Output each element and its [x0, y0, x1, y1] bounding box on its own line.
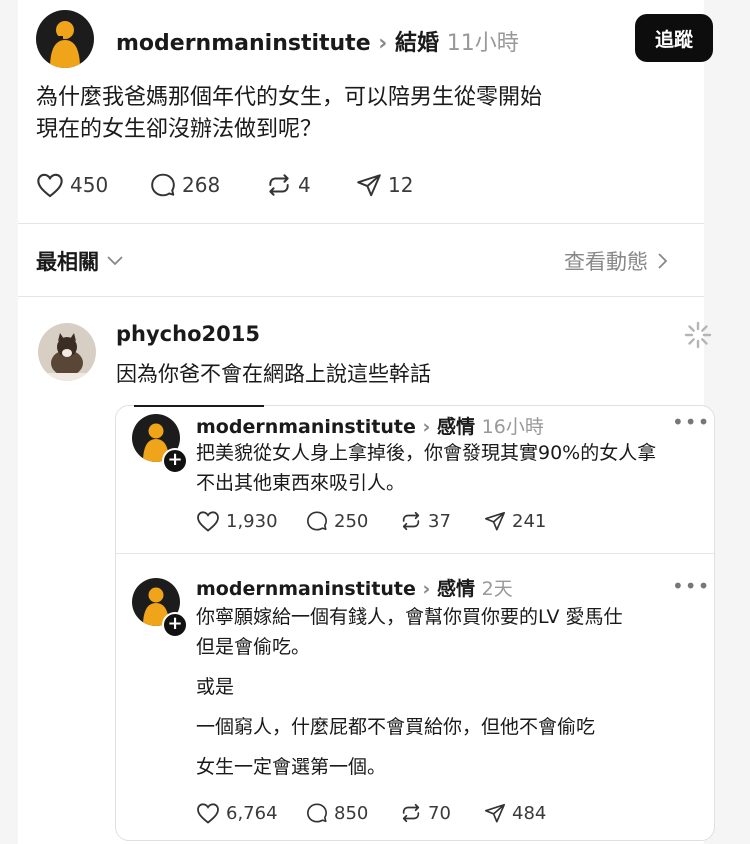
comment-count: 268 — [182, 173, 221, 197]
heart-icon — [37, 173, 63, 198]
card-top-accent — [134, 405, 264, 407]
quoted-text-line: 一個窮人，什麼屁都不會買給你，但他不會偷吃 — [196, 716, 596, 738]
comment-icon — [151, 173, 175, 197]
share-button[interactable]: 12 — [356, 172, 436, 198]
reply-text: 因為你爸不會在網路上說這些幹話 — [116, 362, 431, 386]
quoted-post-actions: 6,764 850 70 484 — [196, 802, 564, 824]
post-text-line: 為什麼我爸媽那個年代的女生，可以陪男生從零開始 — [36, 85, 543, 110]
divider — [18, 296, 704, 297]
post-time: 11小時 — [446, 31, 519, 56]
like-count: 1,930 — [226, 510, 278, 532]
quoted-post-actions: 1,930 250 37 241 — [196, 510, 564, 532]
post-actions: 450 268 4 12 — [36, 172, 436, 198]
repost-icon — [269, 174, 289, 196]
quoted-text-line: 或是 — [196, 676, 235, 698]
quoted-text-line: 女生一定會選第一個。 — [196, 756, 387, 778]
like-count: 450 — [70, 173, 109, 197]
plus-icon[interactable]: + — [162, 448, 188, 474]
chevron-right-icon — [658, 253, 668, 269]
share-count: 241 — [512, 510, 547, 532]
quoted-text-line: 把美貌從女人身上拿掉後，你會發現其實90%的女人拿 — [196, 442, 657, 464]
quoted-time: 2天 — [481, 578, 513, 600]
view-activity-label: 查看動態 — [564, 250, 648, 274]
chevron-right-icon: › — [422, 578, 431, 600]
quoted-posts-card[interactable]: + modernmaninstitute › 感情 16小時 ••• 把美貌從女… — [115, 405, 715, 841]
share-icon — [357, 174, 381, 197]
quoted-post-text: 把美貌從女人身上拿掉後，你會發現其實90%的女人拿 不出其他東西來吸引人。 — [196, 438, 656, 498]
quoted-post-author-line: modernmaninstitute › 感情 2天 — [196, 574, 513, 601]
heart-icon — [197, 511, 219, 532]
reply-avatar[interactable] — [38, 323, 96, 381]
quoted-text-line: 你寧願嫁給一個有錢人，會幫你買你要的LV 愛馬仕 — [196, 606, 623, 628]
share-icon — [485, 511, 505, 531]
more-options-icon[interactable]: ••• — [672, 574, 710, 598]
quoted-post-text: 你寧願嫁給一個有錢人，會幫你買你要的LV 愛馬仕 但是會偷吃。 或是 一個窮人，… — [196, 602, 623, 782]
post-text-line: 現在的女生卻沒辦法做到呢？ — [36, 117, 323, 142]
sort-dropdown[interactable]: 最相關 — [36, 246, 123, 276]
repost-button[interactable]: 4 — [266, 172, 356, 198]
view-activity-link[interactable]: 查看動態 — [564, 246, 704, 276]
chevron-down-icon — [107, 256, 123, 266]
share-count: 484 — [512, 802, 547, 824]
plus-icon[interactable]: + — [162, 612, 188, 638]
like-button[interactable]: 1,930 — [196, 510, 306, 532]
quoted-text-line: 不出其他東西來吸引人。 — [196, 472, 406, 494]
share-button[interactable]: 241 — [484, 510, 564, 532]
like-button[interactable]: 450 — [36, 172, 150, 198]
quoted-post-author-line: modernmaninstitute › 感情 16小時 — [196, 412, 544, 439]
post-author-line: modernmaninstitute › 結婚 11小時 — [116, 25, 519, 57]
chevron-right-icon: › — [422, 416, 431, 438]
like-button[interactable]: 6,764 — [196, 802, 306, 824]
quoted-username[interactable]: modernmaninstitute — [196, 578, 416, 600]
quoted-username[interactable]: modernmaninstitute — [196, 416, 416, 438]
comment-icon — [307, 511, 327, 531]
comment-count: 250 — [334, 510, 369, 532]
share-count: 12 — [388, 173, 414, 197]
divider — [18, 223, 704, 224]
comment-button[interactable]: 268 — [150, 172, 266, 198]
quoted-time: 16小時 — [481, 416, 544, 438]
quoted-topic[interactable]: 感情 — [437, 578, 475, 600]
repost-button[interactable]: 37 — [400, 510, 484, 532]
post-text: 為什麼我爸媽那個年代的女生，可以陪男生從零開始 現在的女生卻沒辦法做到呢？ — [36, 82, 542, 146]
reply-username[interactable]: phycho2015 — [116, 322, 260, 346]
repost-count: 37 — [428, 510, 451, 532]
repost-count: 70 — [428, 802, 451, 824]
divider — [116, 553, 714, 554]
share-button[interactable]: 484 — [484, 802, 564, 824]
chevron-right-icon: › — [378, 31, 388, 56]
avatar[interactable] — [36, 10, 94, 68]
more-options-icon[interactable]: ••• — [672, 410, 710, 434]
quoted-text-line: 但是會偷吃。 — [196, 636, 311, 658]
comment-count: 850 — [334, 802, 369, 824]
share-icon — [485, 803, 505, 823]
quoted-topic[interactable]: 感情 — [437, 416, 475, 438]
comment-icon — [307, 803, 327, 823]
repost-icon — [402, 803, 420, 823]
comment-button[interactable]: 250 — [306, 510, 400, 532]
follow-button[interactable]: 追蹤 — [635, 14, 713, 62]
heart-icon — [197, 803, 219, 824]
repost-button[interactable]: 70 — [400, 802, 484, 824]
post-topic[interactable]: 結婚 — [395, 31, 439, 56]
like-count: 6,764 — [226, 802, 278, 824]
thread-page: modernmaninstitute › 結婚 11小時 追蹤 為什麼我爸媽那個… — [18, 0, 715, 844]
repost-icon — [402, 511, 420, 531]
post-username[interactable]: modernmaninstitute — [116, 31, 371, 56]
sort-label: 最相關 — [36, 250, 99, 274]
repost-count: 4 — [298, 173, 311, 197]
comment-button[interactable]: 850 — [306, 802, 400, 824]
loading-spinner-icon — [684, 321, 712, 349]
